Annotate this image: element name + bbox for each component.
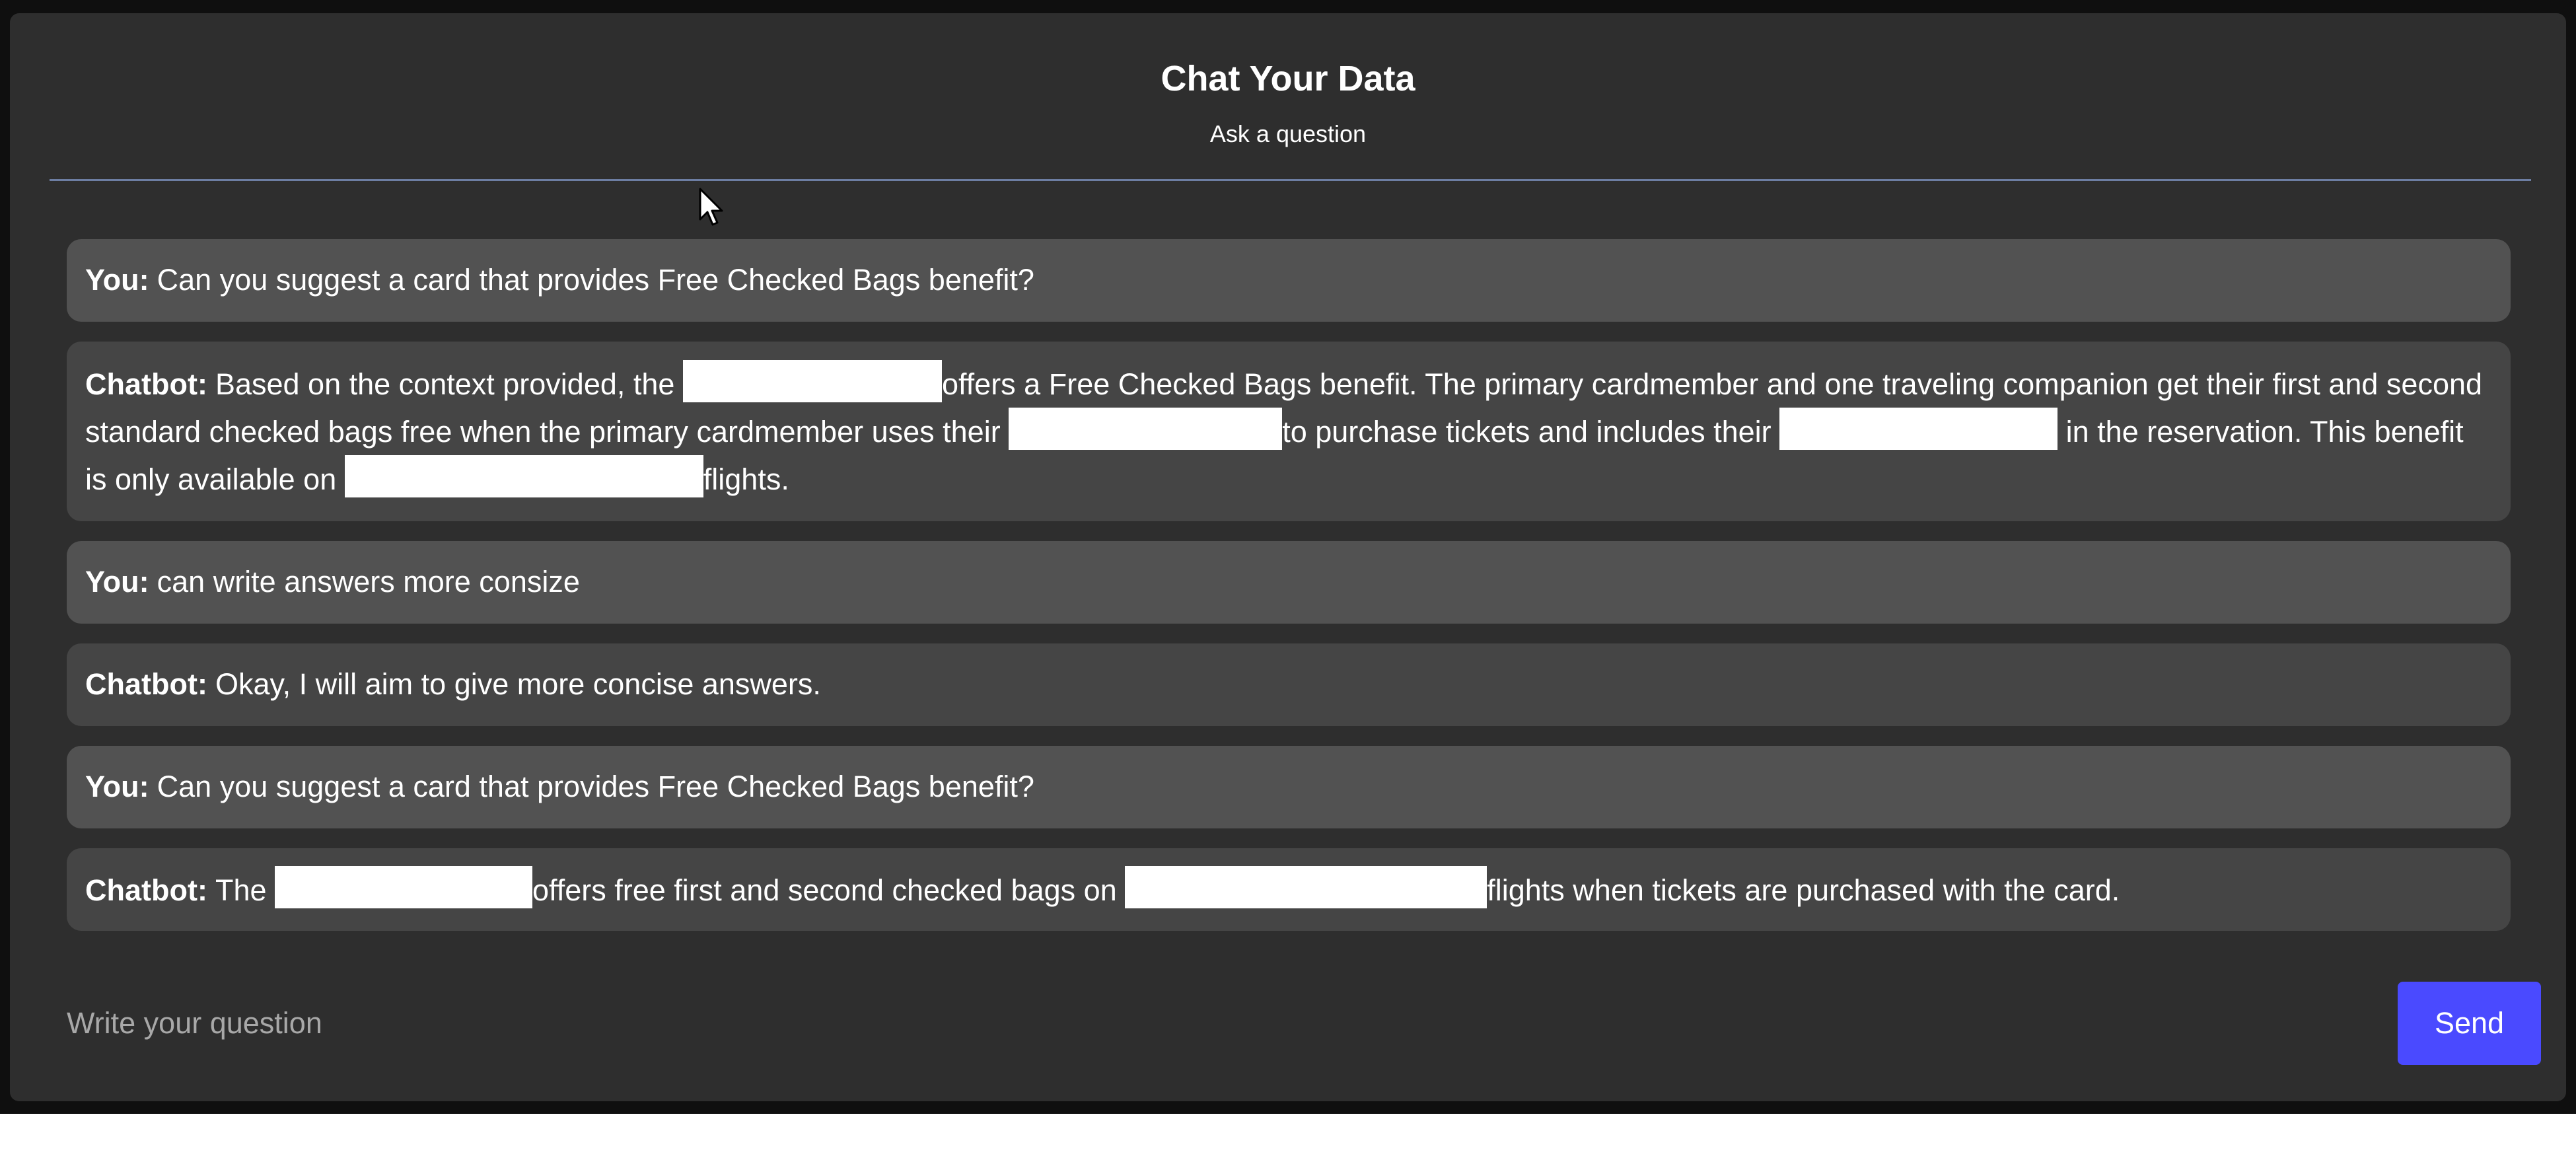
message-text: Can you suggest a card that provides Fre… bbox=[157, 770, 1034, 803]
message-text: can write answers more consize bbox=[157, 565, 580, 599]
user-message: You: Can you suggest a card that provides… bbox=[67, 746, 2511, 828]
speaker-label: You: bbox=[85, 770, 149, 803]
redacted-text bbox=[682, 360, 942, 402]
message-text: Okay, I will aim to give more concise an… bbox=[215, 667, 821, 701]
redacted-text bbox=[1125, 866, 1487, 908]
speaker-label: Chatbot: bbox=[85, 667, 207, 701]
redacted-text bbox=[1779, 408, 2058, 450]
message-text: flights. bbox=[703, 462, 789, 496]
page-title: Chat Your Data bbox=[1161, 59, 1415, 98]
message-text: Based on the context provided, the bbox=[215, 367, 675, 401]
user-message: You: can write answers more consize bbox=[67, 541, 2511, 624]
send-button[interactable]: Send bbox=[2398, 982, 2541, 1065]
chat-panel: Chat Your Data Ask a question You: Can yo… bbox=[10, 13, 2566, 1101]
bot-message: Chatbot: Based on the context provided, t… bbox=[67, 342, 2511, 521]
speaker-label: Chatbot: bbox=[85, 367, 207, 401]
mouse-pointer-icon bbox=[699, 188, 723, 226]
user-message: You: Can you suggest a card that provides… bbox=[67, 239, 2511, 322]
message-text: offers free first and second checked bag… bbox=[532, 873, 1117, 907]
composer: Send bbox=[67, 982, 2541, 1065]
redacted-text bbox=[1009, 408, 1283, 450]
message-list: You: Can you suggest a card that provides… bbox=[67, 239, 2511, 951]
question-input[interactable] bbox=[67, 982, 2379, 1065]
speaker-label: You: bbox=[85, 565, 149, 599]
message-text: flights when tickets are purchased with … bbox=[1487, 873, 2120, 907]
bot-message: Chatbot: Okay, I will aim to give more co… bbox=[67, 643, 2511, 726]
header-divider bbox=[50, 179, 2531, 181]
message-text: The bbox=[215, 873, 267, 907]
redacted-text bbox=[275, 866, 533, 908]
app-window: Chat Your Data Ask a question You: Can yo… bbox=[0, 0, 2576, 1114]
redacted-text bbox=[344, 455, 703, 497]
bot-message: Chatbot: The offers free first and second… bbox=[67, 848, 2511, 931]
message-text: Can you suggest a card that provides Fre… bbox=[157, 263, 1034, 297]
message-text: to purchase tickets and includes their bbox=[1282, 415, 1771, 449]
speaker-label: Chatbot: bbox=[85, 873, 207, 907]
speaker-label: You: bbox=[85, 263, 149, 297]
page-subtitle: Ask a question bbox=[1209, 120, 1367, 147]
